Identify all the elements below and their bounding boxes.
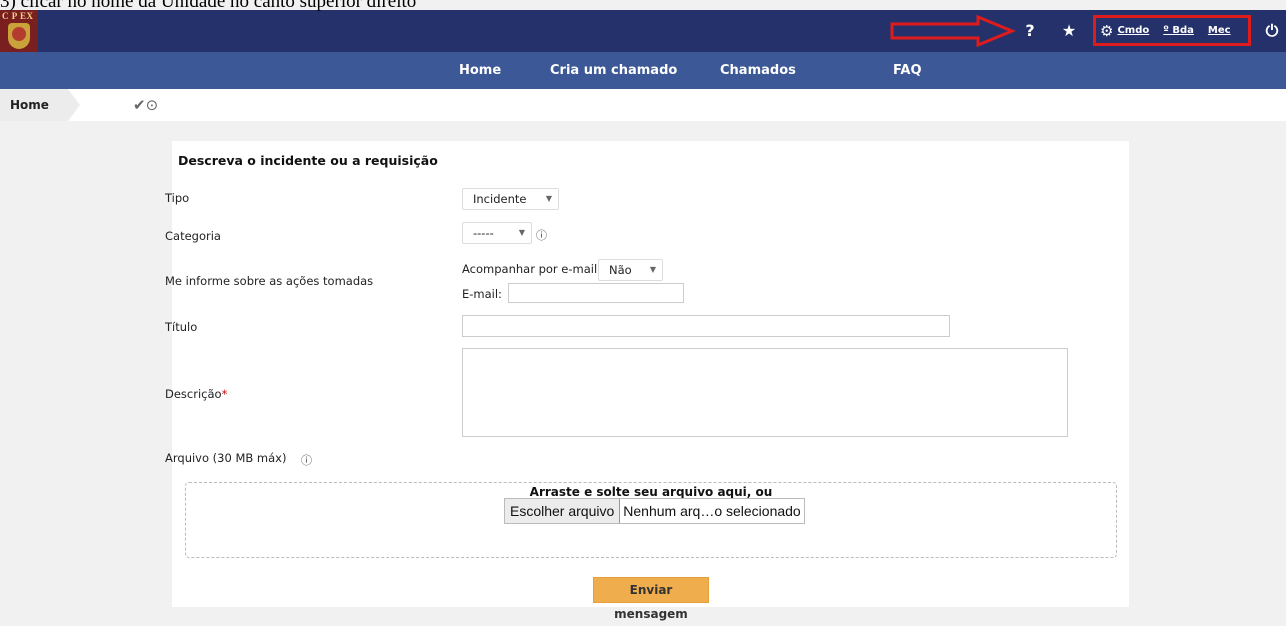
- chevron-down-icon: ▼: [518, 228, 525, 237]
- acompanhar-label: Acompanhar por e-mail: [462, 262, 598, 276]
- instruction-caption: 3) clicar no nome da Unidade no canto su…: [0, 0, 417, 12]
- no-file-text: Nenhum arq…o selecionado: [623, 503, 801, 519]
- dropzone-text: Arraste e solte seu arquivo aqui, ou: [529, 485, 773, 499]
- categoria-select-value: -----: [473, 226, 494, 240]
- acompanhar-select-value: Não: [609, 263, 632, 277]
- unit-link-mec[interactable]: Mec: [1208, 10, 1231, 52]
- required-marker: *: [221, 387, 228, 401]
- breadcrumb-bar: Home ✔⊙: [0, 89, 1286, 121]
- file-input[interactable]: Escolher arquivo Nenhum arq…o selecionad…: [504, 498, 805, 524]
- gear-icon[interactable]: ⚙: [1100, 10, 1113, 52]
- acoes-label: Me informe sobre as ações tomadas: [165, 274, 374, 288]
- breadcrumb-home[interactable]: Home: [0, 89, 80, 121]
- menu-item-create-ticket[interactable]: Cria um chamado: [550, 52, 677, 89]
- logo[interactable]: C P EX: [0, 10, 38, 52]
- main-menu: Home Cria um chamado Chamados FAQ: [0, 52, 1286, 89]
- check-clock-icon: ✔⊙: [133, 96, 159, 114]
- descricao-label-text: Descrição: [165, 387, 222, 401]
- descricao-textarea[interactable]: [462, 348, 1068, 437]
- chevron-down-icon: ▼: [649, 265, 656, 274]
- menu-item-faq[interactable]: FAQ: [893, 52, 922, 89]
- menu-item-home[interactable]: Home: [459, 52, 501, 89]
- menu-item-tickets[interactable]: Chamados: [720, 52, 796, 89]
- form-heading: Descreva o incidente ou a requisição: [178, 153, 438, 168]
- titulo-label: Título: [165, 320, 198, 334]
- categoria-info-icon[interactable]: ⓘ: [536, 227, 547, 243]
- choose-file-button[interactable]: Escolher arquivo: [505, 499, 621, 523]
- chevron-down-icon: ▼: [545, 194, 552, 203]
- star-icon[interactable]: ★: [1060, 10, 1078, 52]
- categoria-select[interactable]: ----- ▼: [462, 222, 532, 244]
- titulo-input[interactable]: [462, 315, 950, 337]
- email-input[interactable]: [508, 283, 684, 303]
- file-dropzone[interactable]: Arraste e solte seu arquivo aqui, ou Esc…: [185, 482, 1117, 558]
- tipo-label: Tipo: [165, 191, 190, 205]
- power-icon[interactable]: ⏻: [1264, 10, 1280, 52]
- help-icon[interactable]: ?: [1023, 10, 1037, 52]
- email-label: E-mail:: [462, 287, 502, 301]
- top-bar: C P EX ? ★ ⚙ Cmdo º Bda Mec ⏻: [0, 10, 1286, 52]
- categoria-label: Categoria: [165, 229, 221, 243]
- tipo-select-value: Incidente: [473, 192, 527, 206]
- ticket-form: Descreva o incidente ou a requisição Tip…: [165, 141, 1129, 621]
- red-arrow-annotation: [890, 15, 1016, 47]
- arquivo-label: Arquivo (30 MB máx): [165, 451, 287, 465]
- tipo-select[interactable]: Incidente ▼: [462, 188, 559, 210]
- unit-link-bda[interactable]: º Bda: [1163, 10, 1194, 52]
- unit-name-link-group: ⚙ Cmdo º Bda Mec: [1100, 10, 1241, 52]
- unit-link-cmdo[interactable]: Cmdo: [1117, 10, 1149, 52]
- shield-icon: [8, 23, 30, 49]
- submit-button[interactable]: Enviar mensagem: [593, 577, 709, 621]
- arquivo-info-icon[interactable]: ⓘ: [301, 452, 312, 468]
- logo-text: C P EX: [2, 11, 34, 21]
- descricao-label: Descrição*: [165, 387, 227, 401]
- acompanhar-select[interactable]: Não ▼: [598, 259, 663, 281]
